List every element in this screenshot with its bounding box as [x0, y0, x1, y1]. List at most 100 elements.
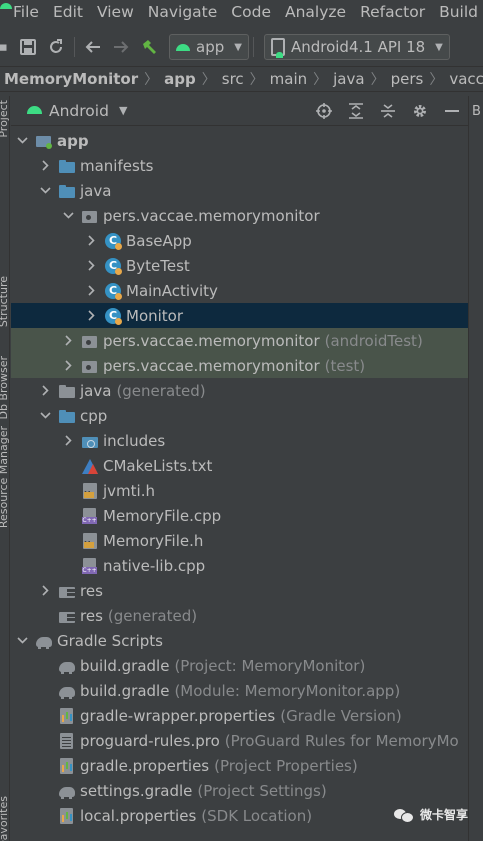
menu-view[interactable]: View: [90, 3, 141, 21]
expand-all-icon[interactable]: [340, 96, 372, 126]
package-icon: [81, 333, 99, 349]
tree-row[interactable]: Monitor: [11, 303, 468, 328]
menu-refactor[interactable]: Refactor: [353, 3, 432, 21]
tree-row[interactable]: build.gradle (Module: MemoryMonitor.app): [11, 678, 468, 703]
tree-row[interactable]: pers.vaccae.memorymonitor (test): [11, 353, 468, 378]
forward-arrow-icon[interactable]: [107, 33, 135, 61]
tree-row[interactable]: native-lib.cpp: [11, 553, 468, 578]
tree-row-label: MemoryFile.h: [103, 531, 204, 550]
tree-row[interactable]: res (generated): [11, 603, 468, 628]
breadcrumb-item[interactable]: pers: [387, 70, 428, 88]
tree-row[interactable]: ByteTest: [11, 253, 468, 278]
tool-tab-project[interactable]: Project: [0, 100, 9, 138]
breadcrumb-item[interactable]: vaccae: [445, 70, 483, 88]
tree-row[interactable]: java: [11, 178, 468, 203]
package-icon: [81, 208, 99, 224]
locate-target-icon[interactable]: [308, 96, 340, 126]
chevron-down-icon[interactable]: [61, 209, 75, 223]
breadcrumb-item[interactable]: MemoryMonitor: [0, 70, 142, 88]
right-tool-tab[interactable]: B: [472, 104, 481, 119]
chevron-down-icon[interactable]: [15, 134, 29, 148]
chevron-right-icon[interactable]: [61, 334, 75, 348]
tree-row[interactable]: MemoryFile.h: [11, 528, 468, 553]
back-arrow-icon[interactable]: [79, 33, 107, 61]
project-view-selector[interactable]: Android: [49, 102, 109, 120]
make-project-hammer-icon[interactable]: [135, 33, 163, 61]
gradle-icon: [58, 783, 76, 799]
tree-row-suffix: (test): [324, 356, 366, 375]
breadcrumb-item[interactable]: app: [160, 70, 200, 88]
menu-file[interactable]: File: [6, 3, 46, 21]
cmake-icon: [81, 458, 99, 474]
gear-icon[interactable]: [404, 96, 436, 126]
tool-tab-db-browser[interactable]: Db Browser: [0, 356, 9, 420]
tree-row-label: build.gradle: [80, 681, 170, 700]
tree-row[interactable]: jvmti.h: [11, 478, 468, 503]
menu-analyze[interactable]: Analyze: [278, 3, 353, 21]
android-icon: [27, 106, 42, 115]
chevron-right-icon[interactable]: [38, 384, 52, 398]
run-configuration-dropdown[interactable]: app ▼: [169, 34, 249, 60]
chevron-right-icon[interactable]: [84, 259, 98, 273]
android-device-icon: [270, 38, 285, 58]
save-icon[interactable]: [14, 33, 42, 61]
tree-row-label: includes: [103, 431, 166, 450]
tree-row[interactable]: build.gradle (Project: MemoryMonitor): [11, 653, 468, 678]
tool-tab-resource-manager[interactable]: Resource Manager: [0, 426, 9, 528]
tree-row[interactable]: gradle-wrapper.properties (Gradle Version…: [11, 703, 468, 728]
chevron-right-icon[interactable]: [84, 284, 98, 298]
sync-icon[interactable]: [42, 33, 70, 61]
chevron-right-icon[interactable]: [84, 234, 98, 248]
tool-tab-structure[interactable]: Structure: [0, 276, 9, 327]
chevron-right-icon[interactable]: [61, 359, 75, 373]
open-folder-icon[interactable]: ▬: [0, 33, 14, 61]
tree-row[interactable]: settings.gradle (Project Settings): [11, 778, 468, 803]
tool-tab-favorites[interactable]: Favorites: [0, 796, 9, 841]
tree-row[interactable]: manifests: [11, 153, 468, 178]
tree-row[interactable]: res: [11, 578, 468, 603]
res-folder-icon: [58, 608, 76, 624]
collapse-all-icon[interactable]: [372, 96, 404, 126]
breadcrumb-item[interactable]: java: [329, 70, 368, 88]
tree-row[interactable]: Gradle Scripts: [11, 628, 468, 653]
menu-build[interactable]: Build: [432, 3, 483, 21]
menu-navigate[interactable]: Navigate: [141, 3, 225, 21]
tree-row[interactable]: CMakeLists.txt: [11, 453, 468, 478]
chevron-down-icon[interactable]: [38, 409, 52, 423]
breadcrumb-separator-icon: 〉: [313, 72, 328, 88]
device-dropdown[interactable]: Android4.1 API 18 ▼: [263, 34, 450, 60]
tree-row[interactable]: BaseApp: [11, 228, 468, 253]
chevron-down-icon[interactable]: [15, 634, 29, 648]
project-panel-header: Android ▼: [11, 96, 468, 126]
tree-row[interactable]: pers.vaccae.memorymonitor (androidTest): [11, 328, 468, 353]
tree-row-suffix: (Gradle Version): [280, 706, 402, 725]
tree-row[interactable]: pers.vaccae.memorymonitor: [11, 203, 468, 228]
tree-row[interactable]: MainActivity: [11, 278, 468, 303]
properties-file-icon: [58, 707, 76, 724]
chevron-down-icon[interactable]: ▼: [119, 104, 127, 117]
menu-code[interactable]: Code: [224, 3, 278, 21]
chevron-down-icon[interactable]: [38, 184, 52, 198]
tree-row-label: Gradle Scripts: [57, 631, 163, 650]
tree-row[interactable]: MemoryFile.cpp: [11, 503, 468, 528]
generated-folder-icon: [58, 383, 76, 399]
chevron-right-icon[interactable]: [61, 434, 75, 448]
tree-row-suffix: (Project Properties): [214, 756, 358, 775]
tree-row-label: Monitor: [126, 306, 184, 325]
menu-edit[interactable]: Edit: [46, 3, 90, 21]
breadcrumb-item[interactable]: main: [266, 70, 311, 88]
tree-row[interactable]: cpp: [11, 403, 468, 428]
tree-row[interactable]: app: [11, 128, 468, 153]
tree-row[interactable]: includes: [11, 428, 468, 453]
tree-row[interactable]: java (generated): [11, 378, 468, 403]
chevron-right-icon[interactable]: [38, 584, 52, 598]
chevron-right-icon[interactable]: [84, 309, 98, 323]
chevron-right-icon[interactable]: [38, 159, 52, 173]
tree-row[interactable]: proguard-rules.pro (ProGuard Rules for Me…: [11, 728, 468, 753]
hide-panel-icon[interactable]: [436, 96, 468, 126]
tree-row[interactable]: gradle.properties (Project Properties): [11, 753, 468, 778]
breadcrumb-item[interactable]: src: [218, 70, 248, 88]
tree-row-label: manifests: [80, 156, 154, 175]
kotlin-class-icon: [104, 307, 122, 325]
header-file-icon: [81, 532, 99, 549]
